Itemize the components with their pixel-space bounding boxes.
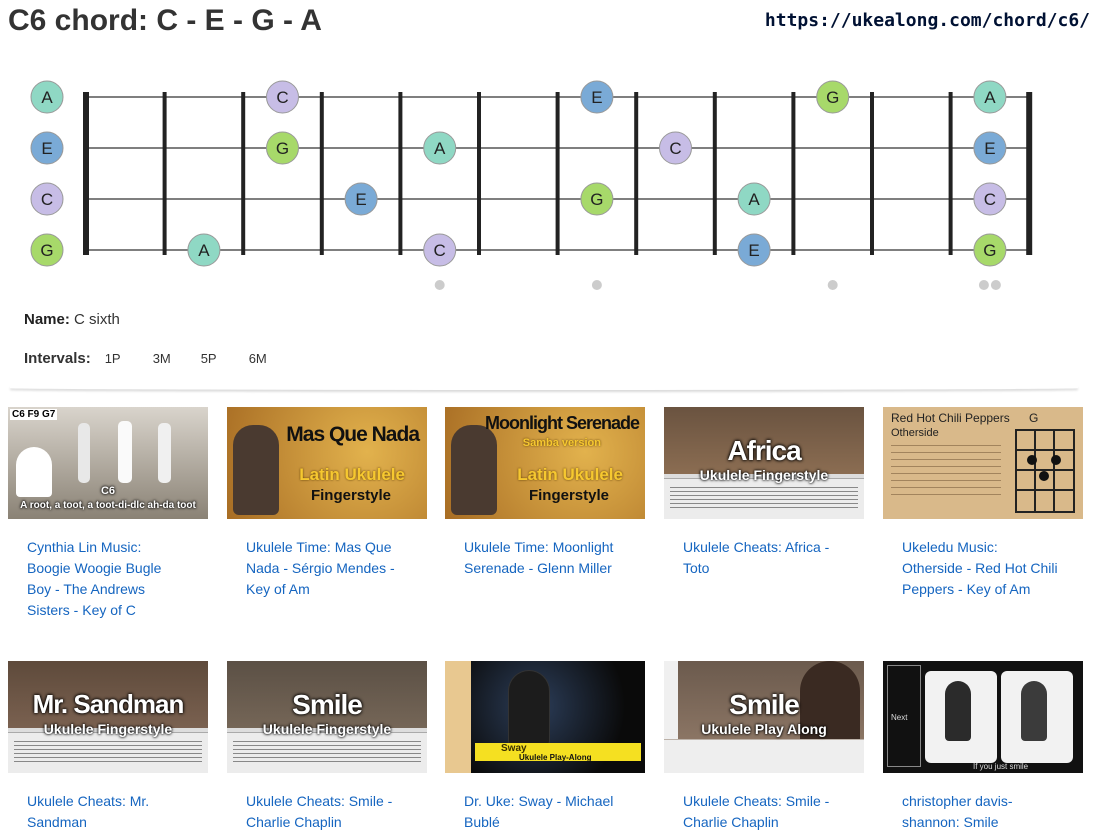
note-label: A	[434, 139, 446, 158]
thumb-tag-top: Samba version	[522, 437, 601, 449]
thumb-tag: Latin Ukulele	[517, 465, 623, 484]
note-label: G	[276, 139, 289, 158]
inlay-dot	[591, 280, 602, 290]
video-thumbnail[interactable]: Next If you just smile	[883, 661, 1083, 773]
video-card[interactable]: Smile Ukulele Fingerstyle Ukulele Cheats…	[227, 661, 427, 833]
video-link[interactable]: Ukulele Cheats: Smile - Charlie Chaplin	[683, 791, 843, 833]
video-thumbnail[interactable]: C6 F9 G7 C6 A root, a toot, a toot-di-dl…	[8, 407, 208, 519]
note-label: A	[748, 190, 760, 209]
thumb-subtitle: Ukulele Play-Along	[519, 753, 592, 762]
video-card[interactable]: Smile Ukulele Play Along Ukulele Cheats:…	[664, 661, 864, 833]
inlay-dot	[434, 280, 445, 290]
note-label: A	[198, 241, 210, 260]
video-link[interactable]: Ukulele Cheats: Africa - Toto	[683, 537, 843, 579]
video-card[interactable]: Red Hot Chili Peppers G Otherside Ukeled…	[883, 407, 1083, 600]
page-url-link[interactable]: https://ukealong.com/chord/c6/	[765, 10, 1090, 31]
video-card[interactable]: C6 F9 G7 C6 A root, a toot, a toot-di-dl…	[8, 407, 208, 621]
thumb-title: Smile	[292, 689, 363, 720]
video-card[interactable]: Mas Que Nada Latin Ukulele Fingerstyle U…	[227, 407, 427, 600]
chord-name-row: Name: C sixth	[24, 311, 120, 328]
video-thumbnail[interactable]: Mas Que Nada Latin Ukulele Fingerstyle	[227, 407, 427, 519]
section-divider	[10, 386, 1078, 390]
thumb-title: Mr. Sandman	[32, 689, 185, 719]
note-label: C	[984, 190, 996, 209]
thumb-subtitle: Fingerstyle	[528, 487, 609, 504]
thumb-subtitle: Fingerstyle	[310, 487, 391, 504]
note-label: G	[40, 241, 53, 260]
thumb-chord-strip: C6 F9 G7	[10, 409, 58, 420]
note-label: A	[41, 88, 53, 107]
thumb-title: C6	[100, 485, 116, 497]
video-link[interactable]: Dr. Uke: Sway - Michael Bublé	[464, 791, 624, 833]
thumb-title: Moonlight Serenade	[484, 413, 640, 433]
video-link[interactable]: Ukulele Time: Mas Que Nada - Sérgio Mend…	[246, 537, 406, 600]
chord-name-value: C sixth	[74, 311, 120, 328]
thumb-title: Smile	[729, 689, 800, 720]
note-label: E	[355, 190, 366, 209]
video-thumbnail[interactable]: Smile Ukulele Fingerstyle	[227, 661, 427, 773]
thumb-title: Mas Que Nada	[286, 423, 420, 446]
video-link[interactable]: Ukulele Time: Moonlight Serenade - Glenn…	[464, 537, 624, 579]
video-link[interactable]: Ukulele Cheats: Smile - Charlie Chaplin	[246, 791, 406, 833]
fretboard-diagram: A C E G A E G A C E C E G A C G A C E G	[30, 80, 1033, 290]
thumb-subtitle: Ukulele Fingerstyle	[43, 721, 173, 737]
video-card[interactable]: Next If you just smile christopher davis…	[883, 661, 1083, 833]
note-label: G	[826, 88, 839, 107]
note-label: C	[669, 139, 681, 158]
interval-6m: 6M	[248, 351, 267, 366]
note-label: E	[591, 88, 602, 107]
chord-diagram-icon	[1015, 429, 1075, 513]
thumb-subtitle: A root, a toot, a toot-di-dlc ah-da toot	[20, 500, 196, 511]
chord-intervals-row: Intervals: 1P 3M 5P 6M	[24, 350, 289, 367]
interval-3m: 3M	[152, 351, 171, 366]
note-label: C	[41, 190, 53, 209]
video-thumbnail[interactable]: Red Hot Chili Peppers G Otherside	[883, 407, 1083, 519]
video-link[interactable]: Ukulele Cheats: Mr. Sandman	[27, 791, 187, 833]
note-label: G	[983, 241, 996, 260]
thumb-chord-name: G	[1029, 411, 1039, 425]
thumb-title: Africa	[727, 435, 801, 466]
video-thumbnail[interactable]: Smile Ukulele Play Along	[664, 661, 864, 773]
thumb-subtitle: Ukulele Fingerstyle	[262, 721, 392, 737]
thumb-next-label: Next	[891, 713, 908, 722]
thumb-subtitle: Ukulele Play Along	[701, 721, 827, 737]
interval-1p: 1P	[104, 351, 121, 366]
inlay-dot	[990, 280, 1001, 290]
note-label: C	[276, 88, 288, 107]
note-label: A	[984, 88, 996, 107]
note-label: C	[434, 241, 446, 260]
note-label: G	[590, 190, 603, 209]
video-card[interactable]: Moonlight Serenade Samba version Latin U…	[445, 407, 645, 579]
note-label: E	[41, 139, 52, 158]
thumb-title: Red Hot Chili Peppers	[891, 411, 1010, 425]
thumb-subtitle: If you just smile	[973, 762, 1029, 771]
intervals-label: Intervals:	[24, 350, 91, 367]
video-thumbnail[interactable]: Africa Ukulele Fingerstyle	[664, 407, 864, 519]
interval-5p: 5P	[200, 351, 217, 366]
thumb-tag: Latin Ukulele	[299, 465, 405, 484]
note-label: E	[984, 139, 995, 158]
thumb-subtitle: Ukulele Fingerstyle	[699, 467, 829, 483]
video-card[interactable]: Mr. Sandman Ukulele Fingerstyle Ukulele …	[8, 661, 208, 833]
inlay-dot	[978, 280, 989, 290]
video-thumbnail[interactable]: Moonlight Serenade Samba version Latin U…	[445, 407, 645, 519]
video-link[interactable]: Cynthia Lin Music: Boogie Woogie Bugle B…	[27, 537, 187, 621]
video-thumbnail[interactable]: Sway Ukulele Play-Along	[445, 661, 645, 773]
video-link[interactable]: Ukeledu Music: Otherside - Red Hot Chili…	[902, 537, 1062, 600]
thumb-subtitle: Otherside	[891, 427, 939, 439]
video-link[interactable]: christopher davis-shannon: Smile	[902, 791, 1062, 833]
page-title: C6 chord: C - E - G - A	[8, 4, 322, 37]
video-card[interactable]: Africa Ukulele Fingerstyle Ukulele Cheat…	[664, 407, 864, 579]
note-label: E	[748, 241, 759, 260]
inlay-dot	[827, 280, 838, 290]
chord-name-label: Name:	[24, 311, 70, 328]
video-card[interactable]: Sway Ukulele Play-Along Dr. Uke: Sway - …	[445, 661, 645, 833]
video-thumbnail[interactable]: Mr. Sandman Ukulele Fingerstyle	[8, 661, 208, 773]
